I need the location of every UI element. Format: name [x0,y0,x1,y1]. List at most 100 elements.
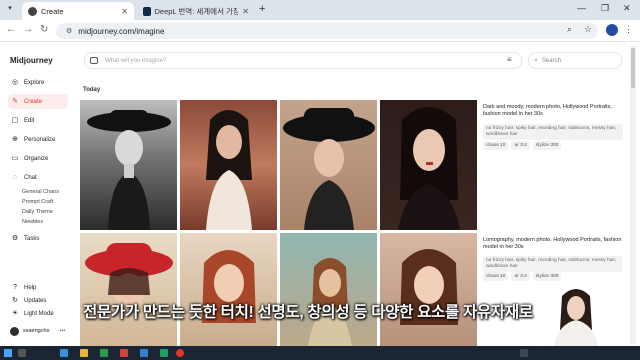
taskbar-app-icon[interactable] [120,349,128,357]
video-caption: 전문가가 만드는 듯한 터치! 선명도, 창의성 등 다양한 요소를 자유자재로 [83,304,533,321]
new-tab-button[interactable]: + [259,3,265,15]
sidebar-item-create[interactable]: ✎ Create [8,94,68,109]
section-label-today: Today [83,87,101,93]
browser-menu-icon[interactable]: ⋮ [624,24,633,35]
create-icon: ✎ [12,97,18,105]
taskbar-app-icon[interactable] [140,349,148,357]
portrait-art [283,108,375,230]
back-icon[interactable]: ← [6,24,16,35]
sidebar-item-label: Create [24,98,43,105]
chat-room-newbies[interactable]: Newbies [22,219,43,225]
generated-image[interactable] [380,233,477,346]
tab-search-icon[interactable]: ▾ [4,4,16,16]
sidebar-item-label: Updates [24,297,47,304]
avatar [10,326,19,336]
chat-icon: ◌ [12,173,18,181]
midjourney-favicon-icon [28,6,37,16]
portrait-art [87,110,171,230]
generated-image[interactable] [180,233,277,346]
updates-icon: ↻ [12,296,18,304]
browser-toolbar: ← → ↻ ⚙ midjourney.com/imagine ⌕ ☆ ⋮ [0,20,640,42]
job-params-text: no frizzy hair, spiky hair, receding hai… [483,124,623,140]
portrait-art [206,110,252,230]
username: ssaengcho [23,328,50,334]
chip-stylize: stylize 300 [532,272,562,281]
sidebar-item-organize[interactable]: ▭ Organize [8,151,68,166]
chip-chaos: chaos 10 [483,141,509,150]
taskbar-search-icon[interactable] [18,349,26,357]
folder-icon: ▭ [11,154,19,162]
scrollbar[interactable] [630,46,636,344]
job-chips: chaos 10 ar 3:4 stylize 300 [483,272,562,281]
site-info-icon[interactable]: ⚙ [66,27,72,35]
portrait-art [400,249,458,325]
sidebar-item-edit[interactable]: ▢ Edit [8,113,68,128]
sidebar-item-label: Help [24,284,37,291]
tab-deepl[interactable]: DeepL 번역: 세계에서 가장 정... ✕ [137,2,255,20]
generated-image[interactable] [280,233,377,346]
bookmark-star-icon[interactable]: ☆ [584,24,592,35]
generated-image[interactable] [80,233,177,346]
chat-room-general-chaos[interactable]: General Chaos [22,189,59,195]
tasks-icon: ⚙ [11,234,19,242]
taskbar-app-icon[interactable] [60,349,68,357]
reload-icon[interactable]: ↻ [40,24,48,35]
generated-image[interactable] [180,100,277,230]
chip-stylize: stylize 300 [532,141,562,150]
sidebar-item-label: Personalize [24,136,56,143]
chip-ar: ar 3:4 [511,141,530,150]
presenter-video [548,286,604,346]
tab-create[interactable]: Create ✕ [22,2,134,20]
address-bar[interactable]: ⚙ midjourney.com/imagine [56,23,598,39]
brand-logo[interactable]: Midjourney [10,56,53,65]
job-prompt-text[interactable]: Dark and moody, modern photo, Hollywood … [483,104,623,118]
close-window-icon[interactable]: ✕ [623,3,631,14]
sidebar-item-label: Edit [24,117,35,124]
sidebar-item-label: Explore [24,79,45,86]
edit-icon: ▢ [11,116,19,124]
prompt-input[interactable]: What will you imagine? [84,52,522,69]
personalize-icon: ⊕ [12,135,18,143]
sidebar-item-personalize[interactable]: ⊕ Personalize [8,132,68,147]
sidebar: Midjourney ◎ Explore ✎ Create ▢ Edit ⊕ P… [0,42,76,346]
taskbar-app-icon[interactable] [160,349,168,357]
taskbar-chrome-icon[interactable] [176,349,184,357]
windows-taskbar [0,346,640,360]
search-input[interactable]: ⌕ Search [528,52,622,69]
close-tab-icon[interactable]: ✕ [121,7,128,16]
taskbar-folder-icon[interactable] [80,349,88,357]
windows-start-icon[interactable] [4,349,12,357]
restore-icon[interactable]: ❐ [601,3,609,14]
portrait-art [308,258,352,346]
zoom-icon[interactable]: ⌕ [567,24,572,35]
generated-image[interactable] [280,100,377,230]
sidebar-item-label: Organize [24,155,49,162]
sidebar-item-explore[interactable]: ◎ Explore [8,75,68,90]
profile-avatar-icon[interactable] [606,24,618,36]
scrollbar-thumb[interactable] [631,48,635,88]
sidebar-item-label: Chat [24,174,37,181]
more-options-icon[interactable]: ••• [60,328,66,334]
generated-image[interactable] [80,100,177,230]
chat-room-daily-theme[interactable]: Daily Theme [22,209,53,215]
sidebar-item-tasks[interactable]: ⚙ Tasks [8,231,68,246]
settings-sliders-icon[interactable]: ≡ [507,55,512,64]
tab-label: DeepL 번역: 세계에서 가장 정... [154,6,239,16]
forward-icon[interactable]: → [23,24,33,35]
sidebar-item-light-mode[interactable]: ☀ Light Mode [8,306,68,321]
generated-image[interactable] [380,100,477,230]
help-icon: ? [13,283,17,291]
sun-icon: ☀ [11,309,19,317]
close-tab-icon[interactable]: ✕ [242,7,249,16]
portrait-art [398,107,460,230]
image-upload-icon[interactable] [90,57,98,64]
sidebar-item-chat[interactable]: ◌ Chat [8,170,68,185]
minimize-icon[interactable]: — [577,3,586,13]
job-prompt-text[interactable]: Lomography, modern photo, Hollywood Port… [483,237,623,251]
chat-room-prompt-craft[interactable]: Prompt Craft [22,199,53,205]
portrait-art [202,250,256,323]
taskbar-app-icon[interactable] [100,349,108,357]
system-tray-icon[interactable] [520,349,528,357]
sidebar-item-label: Light Mode [24,310,54,317]
user-account[interactable]: ssaengcho ••• [8,325,68,337]
